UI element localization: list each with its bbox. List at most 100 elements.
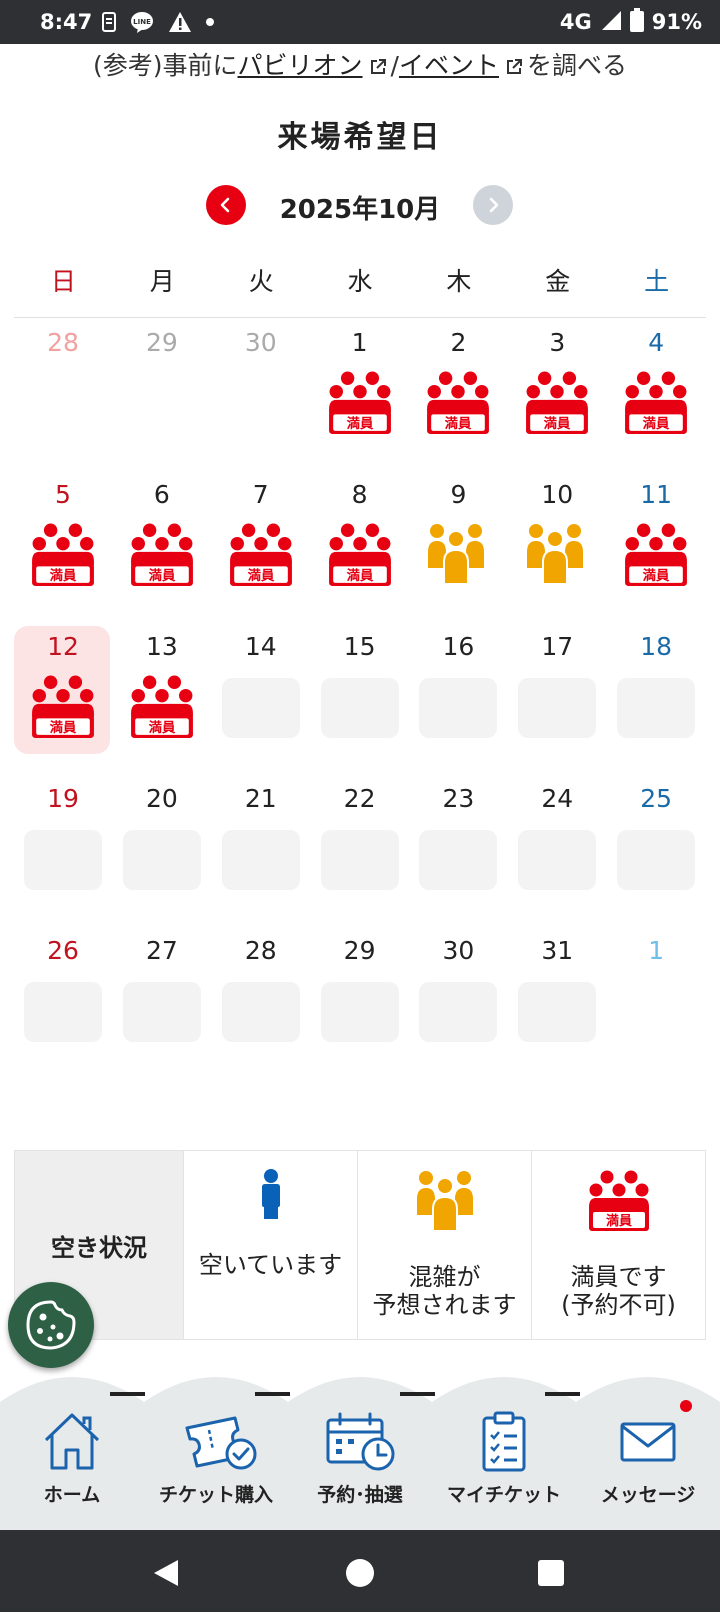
calendar-day-cur-16[interactable]: 16: [409, 626, 507, 776]
tab-reservation-lottery-label: 予約･抽選: [317, 1484, 403, 1506]
cookie-settings-button[interactable]: [8, 1282, 94, 1368]
calendar-day-cur-6[interactable]: 6 満員: [113, 474, 211, 624]
calendar-day-cur-27[interactable]: 27: [113, 930, 211, 1080]
availability-placeholder: [221, 678, 300, 738]
calendar-day-cur-11[interactable]: 11 満員: [607, 474, 705, 624]
calendar-day-cur-9[interactable]: 9: [409, 474, 507, 624]
calendar-day-cur-10[interactable]: 10: [508, 474, 606, 624]
crowded-people-icon: [415, 1169, 475, 1239]
full-capacity-icon: 満員: [31, 674, 95, 740]
day-number: 29: [145, 328, 178, 357]
availability-placeholder: [518, 678, 597, 738]
recents-icon[interactable]: [537, 1559, 565, 1587]
calendar-day-cur-12[interactable]: 12 満員: [14, 626, 112, 776]
calendar-day-cur-7[interactable]: 7 満員: [212, 474, 310, 624]
day-number: 23: [442, 784, 475, 813]
calendar-day-cur-23[interactable]: 23: [409, 778, 507, 928]
next-month-button[interactable]: [473, 185, 513, 225]
calendar-day-cur-5[interactable]: 5 満員: [14, 474, 112, 624]
tab-home[interactable]: ホーム: [0, 1402, 144, 1512]
calendar-day-cur-28[interactable]: 28: [212, 930, 310, 1080]
calendar-day-cur-31[interactable]: 31: [508, 930, 606, 1080]
envelope-icon: [618, 1410, 678, 1476]
available-person-icon: [259, 1169, 283, 1227]
event-link[interactable]: イベント: [399, 51, 499, 80]
calendar-day-cur-19[interactable]: 19: [14, 778, 112, 928]
svg-text:満員: 満員: [544, 415, 571, 432]
day-number: 11: [640, 480, 673, 509]
svg-text:満員: 満員: [50, 719, 77, 736]
svg-text:満員: 満員: [148, 567, 175, 584]
line-app-icon: LINE: [130, 11, 154, 33]
calendar-day-cur-3[interactable]: 3 満員: [508, 322, 606, 472]
availability-placeholder: [419, 982, 498, 1042]
legend-available: 空いています: [183, 1151, 357, 1339]
pavilion-link[interactable]: パビリオン: [238, 51, 363, 80]
day-number: 25: [640, 784, 673, 813]
reference-separator: /: [390, 51, 399, 80]
calendar-day-cur-18[interactable]: 18: [607, 626, 705, 776]
calendar-day-cur-15[interactable]: 15: [311, 626, 409, 776]
tab-ticket-purchase-label: チケット購入: [158, 1484, 273, 1506]
day-number: 15: [343, 632, 376, 661]
calendar-day-prev-29: 29: [113, 322, 211, 472]
calendar-day-cur-25[interactable]: 25: [607, 778, 705, 928]
calendar-day-cur-4[interactable]: 4 満員: [607, 322, 705, 472]
day-number: 6: [153, 480, 170, 509]
day-number: 30: [244, 328, 277, 357]
calendar-day-cur-17[interactable]: 17: [508, 626, 606, 776]
tab-ticket-purchase[interactable]: チケット購入: [144, 1402, 288, 1512]
battery-level: 91%: [651, 10, 702, 34]
day-number: 3: [549, 328, 566, 357]
clipboard-checklist-icon: [480, 1410, 528, 1476]
availability-legend: 空き状況 空いています 混雑が 予想されます 満員 満員です (予約不可): [14, 1150, 706, 1340]
calendar-day-cur-8[interactable]: 8 満員: [311, 474, 409, 624]
tab-reservation-lottery[interactable]: 予約･抽選: [288, 1402, 432, 1512]
unread-badge: [680, 1400, 692, 1412]
svg-text:満員: 満員: [346, 415, 373, 432]
availability-placeholder: [122, 830, 201, 890]
calendar-day-cur-14[interactable]: 14: [212, 626, 310, 776]
crowded-people-icon: [525, 522, 589, 588]
tab-messages[interactable]: メッセージ: [576, 1400, 720, 1512]
day-number: 24: [541, 784, 574, 813]
home-circle-icon[interactable]: [345, 1558, 375, 1588]
calendar-day-cur-29[interactable]: 29: [311, 930, 409, 1080]
external-link-icon: [369, 53, 387, 82]
calendar-day-cur-21[interactable]: 21: [212, 778, 310, 928]
calendar-day-cur-30[interactable]: 30: [409, 930, 507, 1080]
full-capacity-icon: 満員: [229, 522, 293, 588]
day-number: 20: [145, 784, 178, 813]
availability-placeholder: [320, 678, 399, 738]
calendar-day-cur-24[interactable]: 24: [508, 778, 606, 928]
tab-my-ticket[interactable]: マイチケット: [432, 1402, 576, 1512]
day-number: 1: [648, 936, 665, 965]
full-capacity-icon: 満員: [588, 1169, 650, 1239]
back-icon[interactable]: [152, 1558, 180, 1588]
legend-full: 満員 満員です (予約不可): [531, 1151, 705, 1339]
weekday-thu: 木: [446, 267, 472, 296]
calendar-day-next-1: 1: [607, 930, 705, 1080]
legend-crowded-line2: 予想されます: [372, 1291, 517, 1319]
day-number: 21: [244, 784, 277, 813]
availability-placeholder: [617, 678, 696, 738]
day-number: 18: [640, 632, 673, 661]
calendar-day-cur-22[interactable]: 22: [311, 778, 409, 928]
calendar-day-cur-1[interactable]: 1 満員: [311, 322, 409, 472]
weekday-sat: 土: [644, 267, 670, 296]
full-capacity-icon: 満員: [624, 522, 688, 588]
calendar-day-cur-13[interactable]: 13 満員: [113, 626, 211, 776]
svg-text:満員: 満員: [50, 567, 77, 584]
day-number: 19: [47, 784, 79, 813]
chevron-right-icon: [489, 197, 499, 213]
calendar-day-cur-20[interactable]: 20: [113, 778, 211, 928]
bottom-tab-bar: ホーム チケット購入 予約･抽選 マイチケット メッセージ: [0, 1372, 720, 1530]
calendar-day-cur-2[interactable]: 2 満員: [409, 322, 507, 472]
svg-text:満員: 満員: [643, 415, 670, 432]
availability-placeholder: [320, 830, 399, 890]
calendar-day-cur-26[interactable]: 26: [14, 930, 112, 1080]
battery-icon: [629, 7, 644, 37]
full-capacity-icon: 満員: [130, 522, 194, 588]
legend-full-line2: (予約不可): [561, 1291, 676, 1319]
calendar-day-prev-30: 30: [212, 322, 310, 472]
